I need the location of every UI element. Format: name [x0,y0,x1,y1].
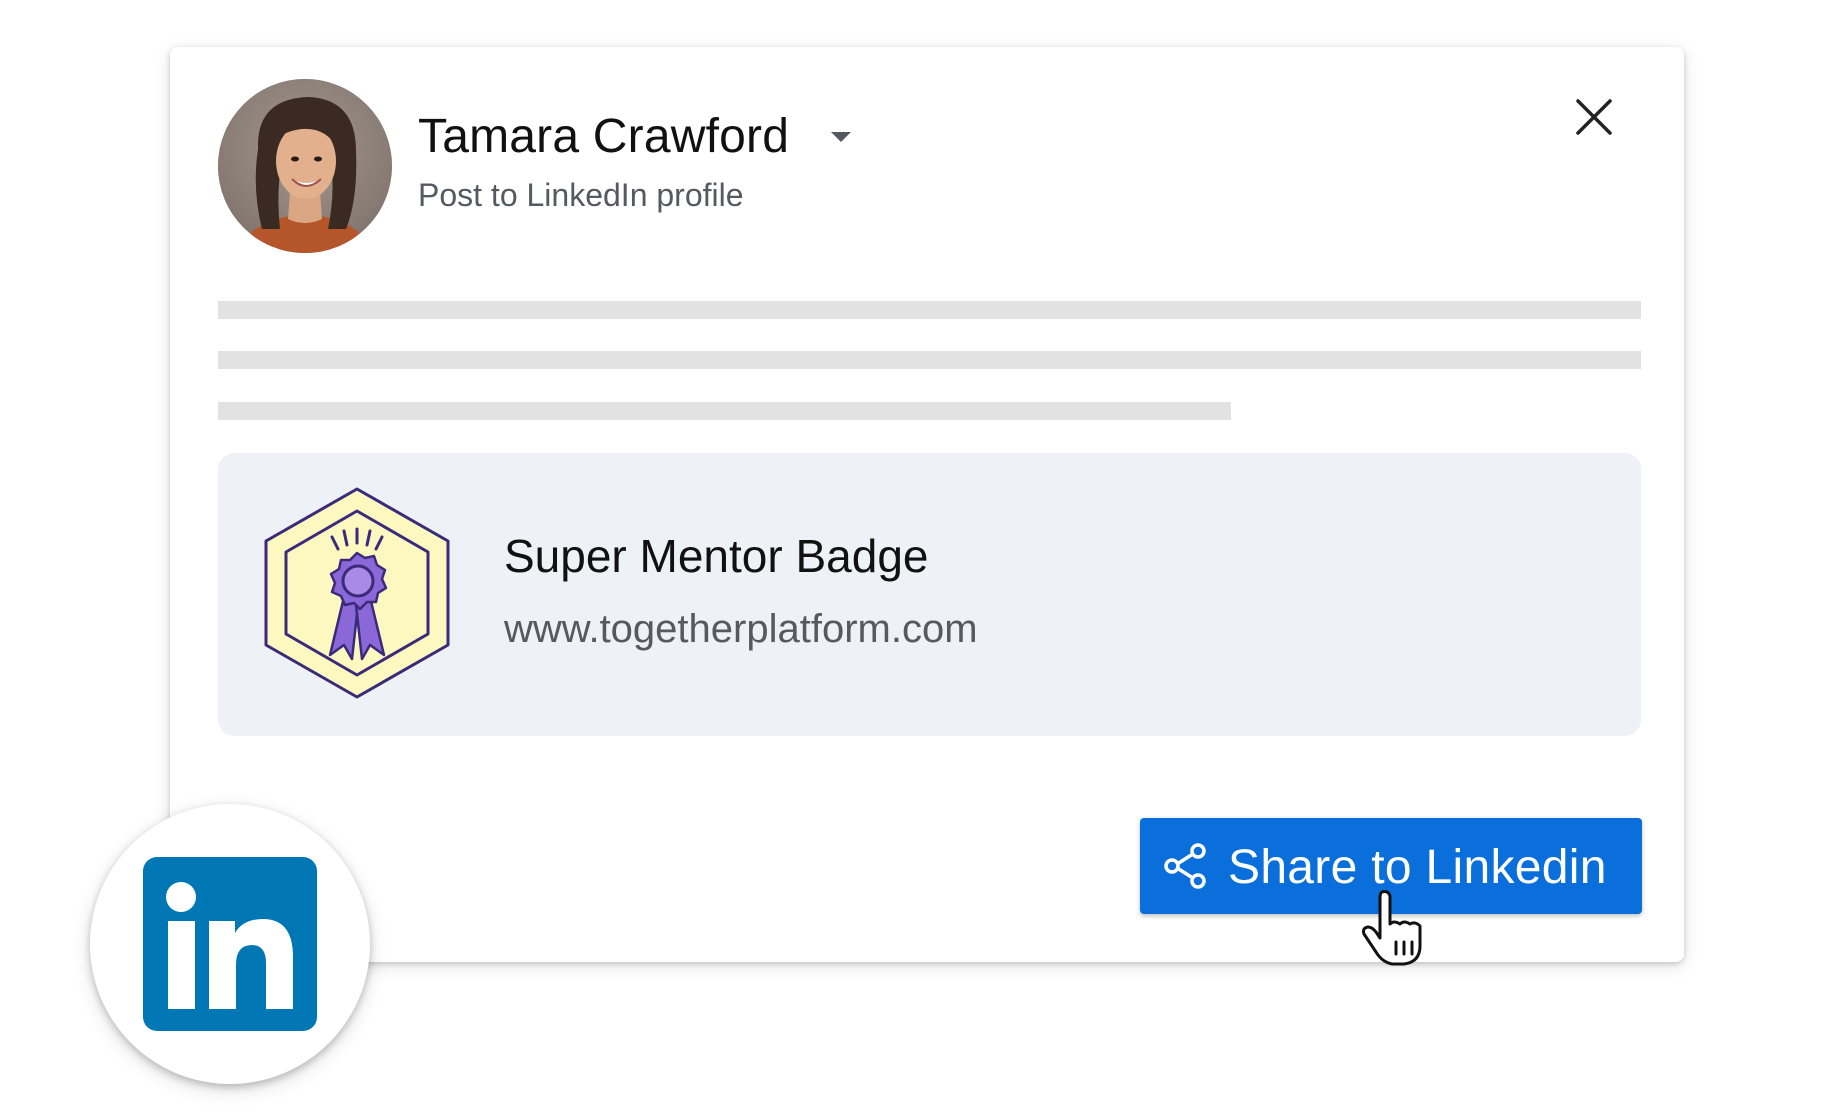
close-icon[interactable] [1570,93,1618,141]
hand-pointer-icon [1362,890,1422,966]
post-text-placeholder-line [218,351,1641,369]
post-text-placeholder-line [218,402,1231,420]
avatar [218,79,392,253]
ribbon-badge-icon [264,487,450,699]
post-destination-label: Post to LinkedIn profile [418,177,744,213]
share-icon [1164,843,1206,889]
chevron-down-icon[interactable] [828,127,854,147]
user-name[interactable]: Tamara Crawford [418,109,789,164]
share-button-label: Share to Linkedin [1228,841,1607,894]
badge-preview-card: Super Mentor Badge www.togetherplatform.… [218,453,1641,736]
badge-url[interactable]: www.togetherplatform.com [504,607,978,652]
linkedin-logo-badge [90,804,370,1084]
avatar-photo [218,79,392,253]
badge-title: Super Mentor Badge [504,530,929,582]
linkedin-logo-icon [143,857,317,1031]
stage: Tamara Crawford Post to LinkedIn profile [0,0,1832,1114]
post-text-placeholder-line [218,301,1641,319]
linkedin-post-dialog: Tamara Crawford Post to LinkedIn profile [170,47,1684,962]
